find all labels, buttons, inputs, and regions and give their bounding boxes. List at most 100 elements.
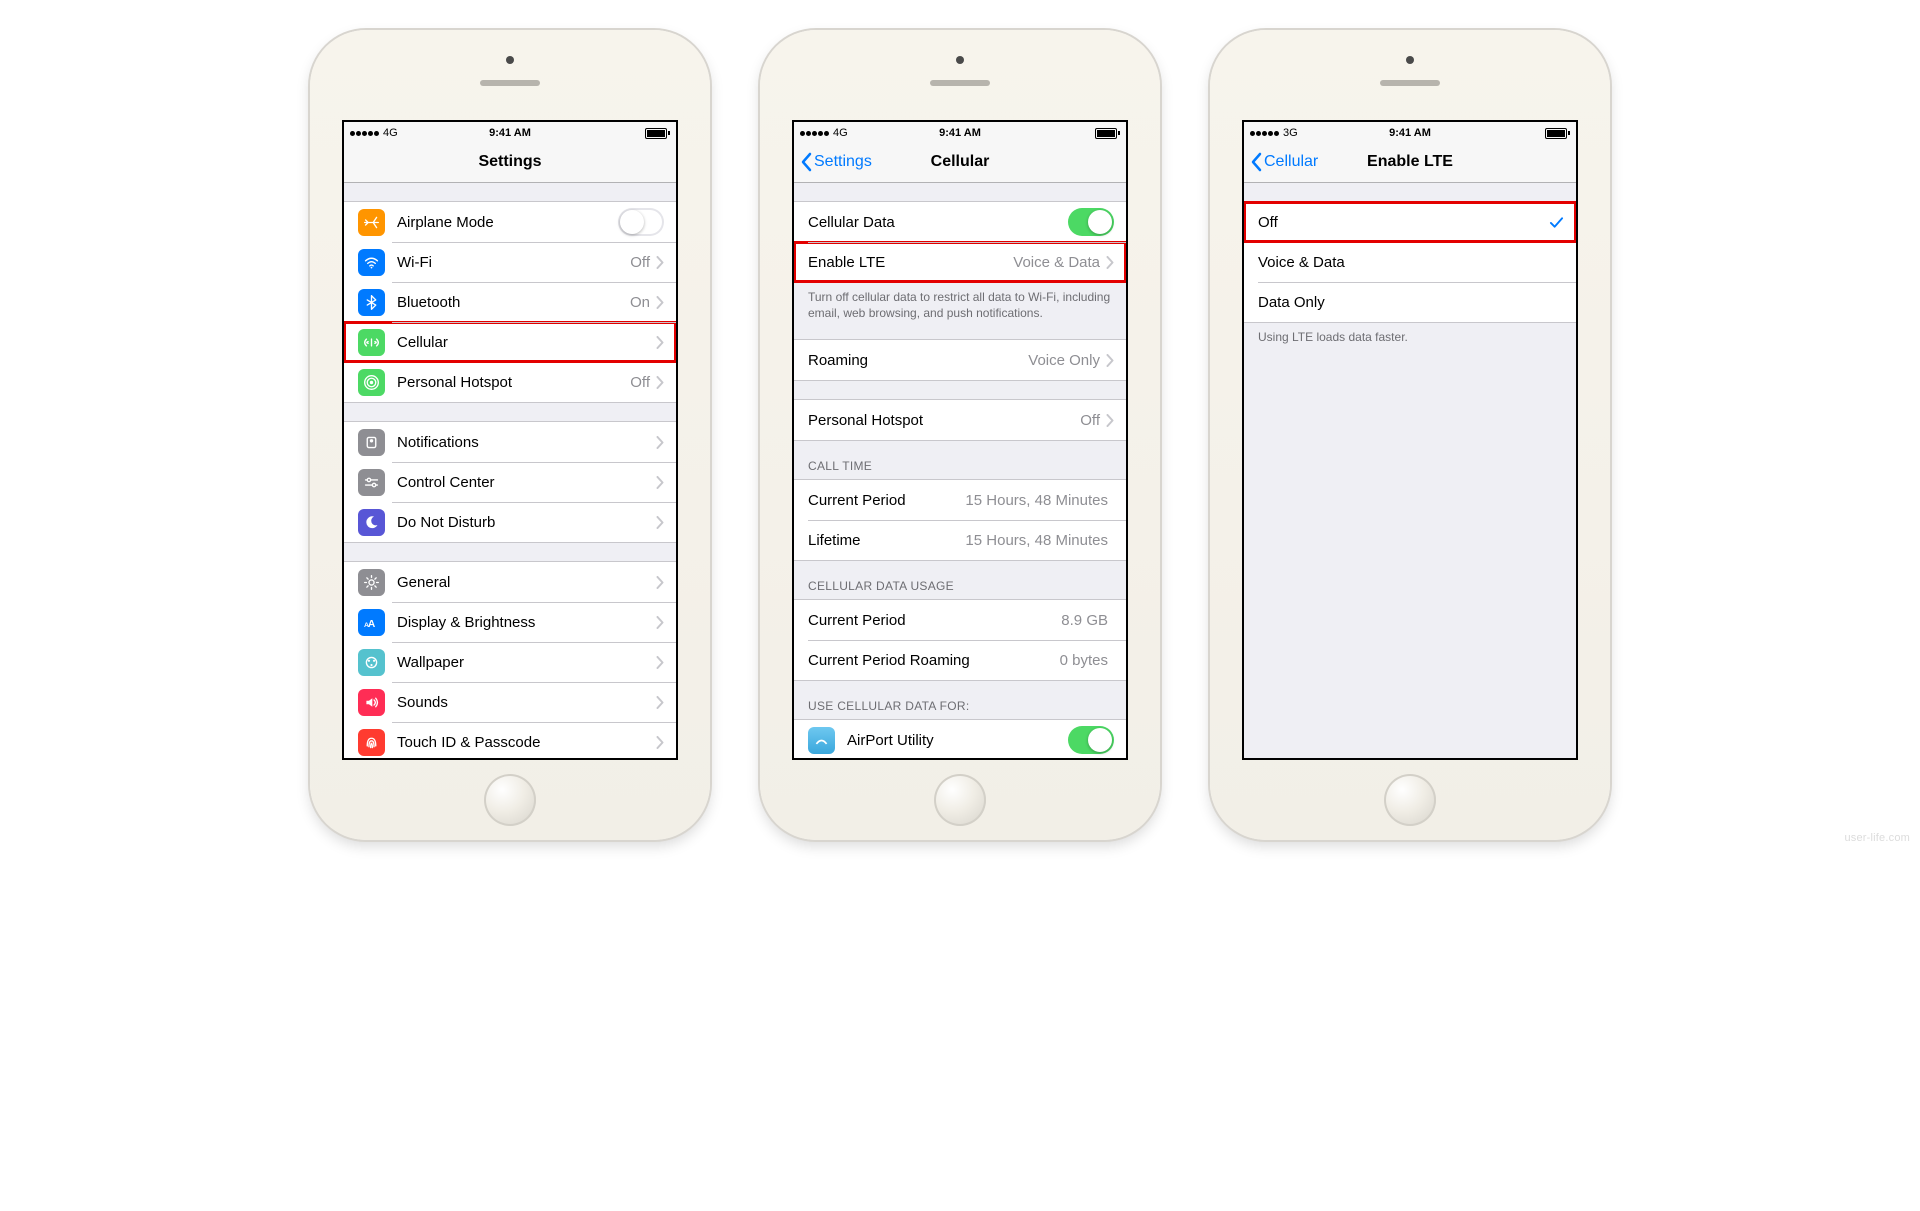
list-row[interactable]: BluetoothOn <box>344 282 676 322</box>
row-value: 15 Hours, 48 Minutes <box>965 492 1108 509</box>
toggle-switch[interactable] <box>1068 726 1114 754</box>
row-label: Sounds <box>397 694 448 711</box>
row-label: Data Only <box>1258 294 1325 311</box>
battery-icon <box>1545 128 1570 139</box>
row-label: Control Center <box>397 474 495 491</box>
list-row[interactable]: AirPort Utility <box>794 720 1126 758</box>
row-label: Personal Hotspot <box>808 412 923 429</box>
signal-icon <box>350 131 379 136</box>
status-bar: 4G 9:41 AM <box>794 122 1126 142</box>
row-label: Current Period Roaming <box>808 652 970 669</box>
chevron-right-icon <box>656 736 664 749</box>
list-row[interactable]: Off <box>1244 202 1576 242</box>
row-value: Off <box>1080 412 1100 429</box>
home-button[interactable] <box>934 774 986 826</box>
svg-text:A: A <box>368 618 376 629</box>
network-label: 3G <box>1283 127 1298 139</box>
list-row[interactable]: Personal Hotspot Off <box>794 400 1126 440</box>
row-label: AirPort Utility <box>847 732 934 749</box>
nav-bar: Settings <box>344 142 676 183</box>
chevron-right-icon <box>656 296 664 309</box>
row-label: Notifications <box>397 434 479 451</box>
row-value: Voice Only <box>1028 352 1100 369</box>
phone-frame-1: 4G 9:41 AM Settings Airplane ModeWi-FiOf… <box>310 30 710 840</box>
list-row[interactable]: Cellular Data <box>794 202 1126 242</box>
settings-content[interactable]: Airplane ModeWi-FiOffBluetoothOn Cellular… <box>344 183 676 758</box>
bell-icon <box>358 429 385 456</box>
watermark: user-life.com <box>1844 832 1910 844</box>
chevron-right-icon <box>656 336 664 349</box>
chevron-right-icon <box>656 256 664 269</box>
wallpaper-icon <box>358 649 385 676</box>
home-button[interactable] <box>484 774 536 826</box>
list-row[interactable]: Control Center <box>344 462 676 502</box>
list-row[interactable]: Notifications <box>344 422 676 462</box>
list-row[interactable]: Wi-FiOff <box>344 242 676 282</box>
row-label: Cellular Data <box>808 214 895 231</box>
list-row[interactable]: Sounds <box>344 682 676 722</box>
phone-frame-2: 4G 9:41 AM Settings Cellular Cellular Da… <box>760 30 1160 840</box>
screen-2: 4G 9:41 AM Settings Cellular Cellular Da… <box>792 120 1128 760</box>
row-value: 0 bytes <box>1060 652 1108 669</box>
row-label: Roaming <box>808 352 868 369</box>
toggle-switch[interactable] <box>1068 208 1114 236</box>
clock: 9:41 AM <box>1389 127 1431 139</box>
chevron-right-icon <box>656 436 664 449</box>
list-row: Current Period 8.9 GB <box>794 600 1126 640</box>
list-row: Data Only <box>1244 282 1576 322</box>
row-label: Display & Brightness <box>397 614 535 631</box>
row-label: Off <box>1258 214 1278 231</box>
check-icon <box>1549 215 1564 230</box>
status-bar: 4G 9:41 AM <box>344 122 676 142</box>
airplane-icon <box>358 209 385 236</box>
list-row[interactable]: Wallpaper <box>344 642 676 682</box>
row-label: Voice & Data <box>1258 254 1345 271</box>
row-label: Touch ID & Passcode <box>397 734 540 751</box>
row-label: Wallpaper <box>397 654 464 671</box>
row-value: 8.9 GB <box>1061 612 1108 629</box>
battery-icon <box>645 128 670 139</box>
list-row[interactable]: AA Display & Brightness <box>344 602 676 642</box>
list-row[interactable]: Airplane Mode <box>344 202 676 242</box>
chevron-right-icon <box>1106 354 1114 367</box>
chevron-right-icon <box>656 376 664 389</box>
signal-icon <box>800 131 829 136</box>
list-row[interactable]: Cellular <box>344 322 676 362</box>
cellular-content[interactable]: Cellular DataEnable LTEVoice & Data Turn… <box>794 183 1126 758</box>
group-footer: Using LTE loads data faster. <box>1244 323 1576 345</box>
list-row[interactable]: Personal HotspotOff <box>344 362 676 402</box>
list-row[interactable]: Touch ID & Passcode <box>344 722 676 758</box>
list-row[interactable]: Enable LTEVoice & Data <box>794 242 1126 282</box>
display-icon: AA <box>358 609 385 636</box>
chevron-right-icon <box>656 476 664 489</box>
row-label: Cellular <box>397 334 448 351</box>
group-header: CALL TIME <box>794 459 1126 479</box>
list-row: Current Period15 Hours, 48 Minutes <box>794 480 1126 520</box>
row-label: General <box>397 574 450 591</box>
lte-content[interactable]: Off Voice & Data Data Only Using LTE loads… <box>1244 183 1576 758</box>
list-row[interactable]: Do Not Disturb <box>344 502 676 542</box>
touchid-icon <box>358 729 385 756</box>
back-button[interactable]: Cellular <box>1244 152 1318 172</box>
row-label: Current Period <box>808 612 906 629</box>
camera-dot <box>506 56 514 64</box>
battery-icon <box>1095 128 1120 139</box>
list-row[interactable]: General <box>344 562 676 602</box>
row-label: Personal Hotspot <box>397 374 512 391</box>
chevron-right-icon <box>656 516 664 529</box>
toggle-switch[interactable] <box>618 208 664 236</box>
nav-bar: Cellular Enable LTE <box>1244 142 1576 183</box>
bluetooth-icon <box>358 289 385 316</box>
list-row: Lifetime15 Hours, 48 Minutes <box>794 520 1126 560</box>
group-header: USE CELLULAR DATA FOR: <box>794 699 1126 719</box>
clock: 9:41 AM <box>489 127 531 139</box>
home-button[interactable] <box>1384 774 1436 826</box>
status-bar: 3G 9:41 AM <box>1244 122 1576 142</box>
network-label: 4G <box>383 127 398 139</box>
control-icon <box>358 469 385 496</box>
app-icon <box>808 727 835 754</box>
back-button[interactable]: Settings <box>794 152 872 172</box>
row-label: Bluetooth <box>397 294 460 311</box>
chevron-right-icon <box>1106 414 1114 427</box>
list-row[interactable]: Roaming Voice Only <box>794 340 1126 380</box>
